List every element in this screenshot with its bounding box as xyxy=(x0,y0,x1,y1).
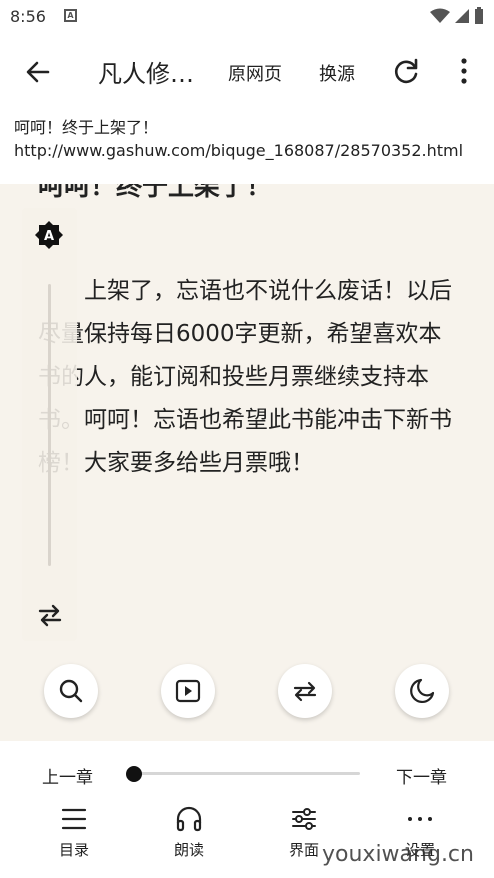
status-bar: 8:56 A xyxy=(0,0,494,34)
nav-catalog-label: 目录 xyxy=(58,841,89,859)
top-app-bar: 凡人修… 原网页 换源 xyxy=(0,34,494,110)
nav-catalog[interactable]: 目录 xyxy=(29,805,119,860)
play-box-icon xyxy=(175,679,201,703)
repeat-icon xyxy=(293,681,317,702)
watermark: youxiwang.cn xyxy=(322,842,474,867)
chapter-progress-slider[interactable] xyxy=(130,772,360,775)
nav-read-aloud[interactable]: 朗读 xyxy=(144,805,234,860)
chapter-info: 呵呵！终于上架了！ http://www.gashuw.com/biquge_1… xyxy=(0,110,494,184)
brightness-panel: A xyxy=(22,208,77,641)
book-title[interactable]: 凡人修… xyxy=(98,54,208,89)
moon-icon xyxy=(410,678,435,703)
search-button[interactable] xyxy=(44,664,98,718)
sliders-icon xyxy=(292,808,316,830)
refresh-icon[interactable] xyxy=(391,56,421,86)
menu-icon xyxy=(61,808,87,830)
chapter-heading: 呵呵！终于上架了！ xyxy=(38,184,273,202)
back-arrow-icon[interactable] xyxy=(22,56,54,88)
chapter-progress-thumb[interactable] xyxy=(126,766,142,782)
headphones-icon xyxy=(176,806,202,832)
replace-button[interactable] xyxy=(278,664,332,718)
prev-chapter-button[interactable]: 上一章 xyxy=(42,763,93,788)
battery-icon xyxy=(475,7,483,24)
night-mode-button[interactable] xyxy=(395,664,449,718)
system-icons xyxy=(430,7,484,25)
notification-icon: A xyxy=(64,9,77,22)
signal-icon xyxy=(455,9,469,23)
chapter-url[interactable]: http://www.gashuw.com/biquge_168087/2857… xyxy=(14,140,474,162)
next-chapter-button[interactable]: 下一章 xyxy=(396,763,447,788)
brightness-slider[interactable] xyxy=(48,284,51,566)
auto-page-button[interactable] xyxy=(161,664,215,718)
auto-brightness-label: A xyxy=(44,229,54,244)
search-icon xyxy=(59,679,83,703)
auto-brightness-icon[interactable]: A xyxy=(34,220,64,250)
status-time: 8:56 xyxy=(10,7,46,26)
overflow-menu-icon[interactable] xyxy=(454,56,474,86)
wifi-icon xyxy=(430,8,450,23)
chapter-title: 呵呵！终于上架了！ xyxy=(14,118,159,137)
more-icon xyxy=(408,817,432,821)
swap-horizontal-icon[interactable] xyxy=(36,602,64,628)
nav-read-aloud-label: 朗读 xyxy=(173,841,204,859)
original-page-button[interactable]: 原网页 xyxy=(228,60,282,86)
chapter-body: 上架了，忘语也不说什么废话！以后尽量保持每日6000字更新，希望喜欢本书的人，能… xyxy=(38,278,452,476)
change-source-button[interactable]: 换源 xyxy=(319,60,355,86)
